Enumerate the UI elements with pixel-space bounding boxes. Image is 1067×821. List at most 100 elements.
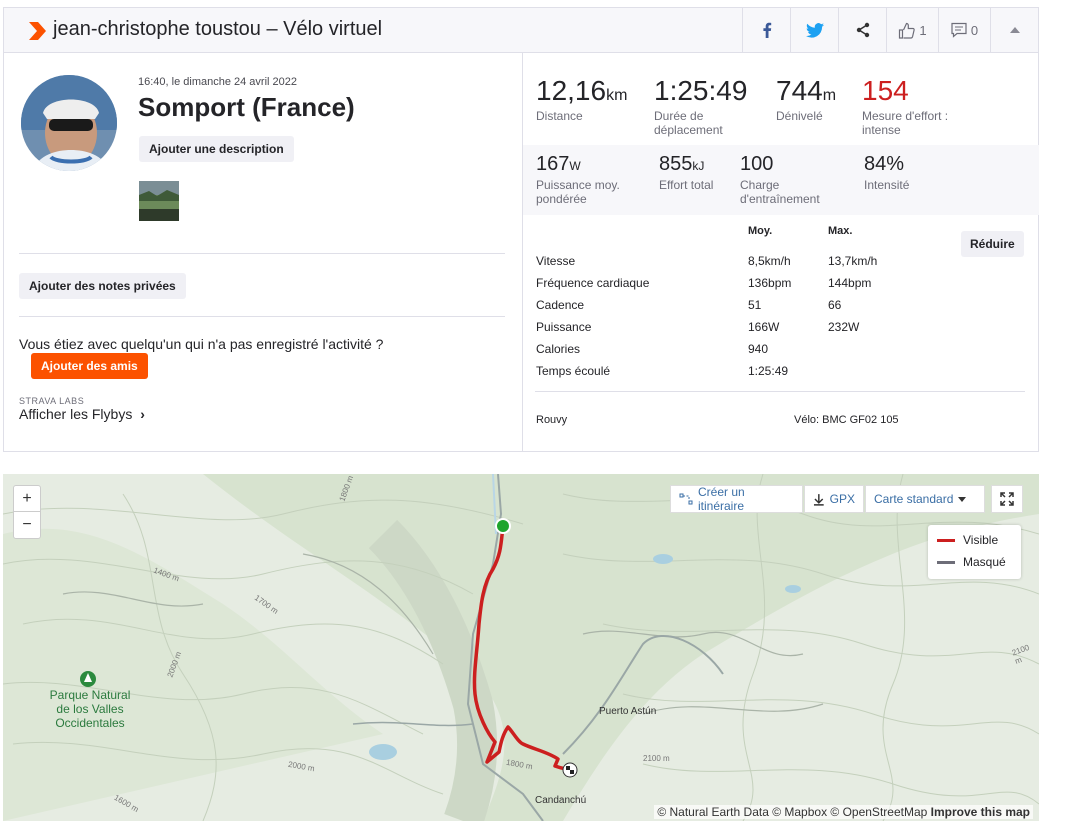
start-marker — [495, 518, 511, 534]
legend-item-visible: Visible — [937, 533, 998, 547]
secondary-stats: 167W Puissance moy. pondérée 855kJ Effor… — [523, 145, 1039, 215]
stat-label: Intensité — [864, 178, 910, 192]
bike-info: Vélo: BMC GF02 105 — [794, 414, 899, 426]
map-altitude-label: 2100 m — [643, 754, 670, 763]
twitter-share-button[interactable] — [790, 8, 838, 52]
photo-image — [139, 181, 179, 221]
header-actions: 1 0 — [742, 8, 1038, 52]
caret-down-icon — [958, 496, 967, 502]
reduce-button[interactable]: Réduire — [961, 231, 1024, 257]
chevron-right-icon: › — [140, 406, 145, 422]
gpx-download-button[interactable]: GPX — [804, 485, 864, 513]
activity-card: jean-christophe toustou – Vélo virtuel 1… — [3, 7, 1039, 452]
table-row-avg: 8,5km/h — [748, 254, 791, 268]
add-private-notes-button[interactable]: Ajouter des notes privées — [19, 273, 186, 299]
avatar-image — [21, 75, 117, 171]
caret-up-icon — [1009, 27, 1020, 33]
route-map[interactable]: Parque Natural de los Valles Occidentale… — [3, 474, 1039, 821]
map-label-puerto-astun: Puerto Astún — [599, 706, 657, 717]
activity-photo-thumbnail[interactable] — [139, 181, 179, 221]
stat-label: Distance — [536, 109, 583, 123]
zoom-out-button[interactable]: − — [14, 512, 40, 538]
stat-label: Charge d'entraînement — [740, 178, 820, 206]
activity-timestamp: 16:40, le dimanche 24 avril 2022 — [138, 76, 297, 88]
table-row-max: 13,7km/h — [828, 254, 878, 268]
share-button[interactable] — [838, 8, 886, 52]
divider — [19, 316, 505, 317]
kudos-button[interactable]: 1 — [886, 8, 938, 52]
flybys-label: Afficher les Flybys — [19, 406, 133, 422]
comments-button[interactable]: 0 — [938, 8, 990, 52]
table-row-avg: 136bpm — [748, 276, 792, 290]
strava-chevron-icon — [29, 22, 46, 40]
table-row-label: Calories — [536, 342, 581, 356]
fullscreen-icon — [1000, 492, 1014, 506]
map-attribution: © Natural Earth Data © Mapbox © OpenStre… — [654, 805, 1033, 819]
zoom-in-button[interactable]: + — [14, 486, 40, 512]
stat-intensity: 84% Intensité — [864, 153, 909, 192]
download-icon — [813, 493, 824, 506]
page-title: jean-christophe toustou – Vélo virtuel — [53, 18, 383, 40]
legend-label-visible: Visible — [963, 533, 999, 547]
route-icon — [679, 493, 693, 505]
stat-weighted-power: 167W Puissance moy. pondérée — [536, 153, 636, 206]
comment-icon — [951, 22, 967, 38]
stat-unit: kJ — [692, 159, 705, 173]
col-header-max: Max. — [828, 225, 853, 237]
col-header-avg: Moy. — [748, 225, 773, 237]
table-row-label: Cadence — [536, 298, 585, 312]
stat-value: 744 — [776, 75, 823, 106]
stat-label: Mesure d'effort : intense — [862, 109, 949, 137]
map-style-select[interactable]: Carte standard — [865, 485, 985, 513]
stat-training-load: 100 Charge d'entraînement — [740, 153, 840, 206]
table-row-avg: 940 — [748, 342, 769, 356]
stat-moving-time: 1:25:49 Durée de déplacement — [654, 75, 748, 137]
stat-value: 1:25:49 — [654, 75, 748, 106]
stat-label: Effort total — [659, 178, 714, 192]
add-friends-button[interactable]: Ajouter des amis — [31, 353, 148, 379]
table-row-label: Temps écoulé — [536, 364, 611, 378]
fullscreen-button[interactable] — [991, 485, 1023, 513]
stat-relative-effort[interactable]: 154 Mesure d'effort : intense — [862, 75, 972, 137]
map-legend: Visible Masqué — [928, 525, 1021, 579]
improve-map-link[interactable]: Improve this map — [931, 805, 1030, 819]
add-description-button[interactable]: Ajouter une description — [139, 136, 294, 162]
table-row-avg: 1:25:49 — [748, 364, 789, 378]
stat-value: 154 — [862, 75, 909, 106]
stat-value: 855 — [659, 153, 693, 175]
activity-header: jean-christophe toustou – Vélo virtuel 1… — [4, 8, 1038, 53]
table-row-label: Puissance — [536, 320, 592, 334]
table-row-max: 232W — [828, 320, 860, 334]
legend-label-hidden: Masqué — [963, 555, 1006, 569]
stat-label: Durée de déplacement — [654, 109, 723, 137]
facebook-share-button[interactable] — [742, 8, 790, 52]
table-row-label: Vitesse — [536, 254, 576, 268]
device-app: Rouvy — [536, 414, 568, 426]
twitter-icon — [805, 22, 824, 38]
divider — [19, 253, 505, 254]
stat-value: 84% — [864, 153, 905, 175]
stat-unit: W — [569, 159, 581, 173]
kudos-count: 1 — [919, 22, 927, 38]
stat-distance: 12,16km Distance — [536, 75, 627, 123]
create-route-button[interactable]: Créer un itinéraire — [670, 485, 803, 513]
map-style-label: Carte standard — [874, 492, 954, 506]
flybys-link[interactable]: Afficher les Flybys › — [19, 406, 145, 422]
divider — [535, 391, 1025, 392]
activity-stats: 12,16km Distance 1:25:49 Durée de déplac… — [522, 53, 1039, 451]
avatar[interactable] — [19, 73, 119, 173]
attribution-text[interactable]: © Natural Earth Data © Mapbox © OpenStre… — [657, 805, 927, 819]
map-label-candanchu: Candanchú — [535, 795, 587, 806]
comments-count: 0 — [970, 22, 979, 38]
stat-value: 100 — [740, 153, 774, 175]
collapse-button[interactable] — [990, 8, 1038, 52]
stat-total-work: 855kJ Effort total — [659, 153, 713, 192]
stat-unit: km — [606, 87, 628, 104]
zoom-controls: + − — [13, 485, 41, 539]
table-row-max: 66 — [828, 298, 842, 312]
legend-swatch-visible — [937, 538, 955, 542]
table-row-max: 144bpm — [828, 276, 872, 290]
facebook-icon — [762, 22, 771, 38]
activity-summary: 16:40, le dimanche 24 avril 2022 Somport… — [4, 53, 522, 451]
gpx-label: GPX — [829, 492, 855, 506]
